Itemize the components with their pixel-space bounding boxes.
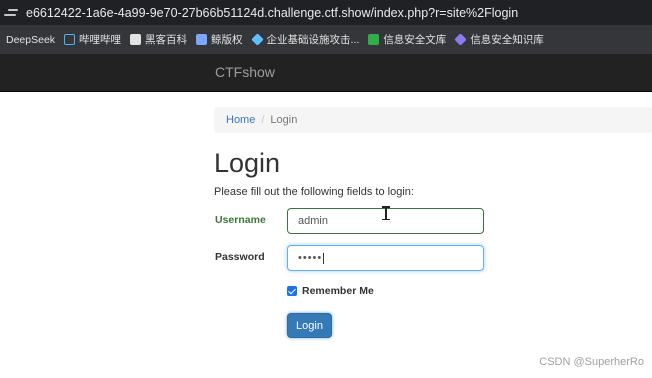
navbar-brand[interactable]: CTFshow bbox=[215, 64, 275, 80]
intro-text: Please fill out the following fields to … bbox=[214, 186, 414, 198]
bookmark-label: 信息安全知识库 bbox=[470, 34, 544, 46]
bookmark-label: 黑客百科 bbox=[145, 34, 188, 46]
cube-icon bbox=[250, 33, 264, 46]
bookmark-deepseek[interactable]: DeepSeek bbox=[6, 34, 55, 46]
address-url[interactable]: e6612422-1a6e-4a99-9e70-27b66b51124d.cha… bbox=[26, 6, 518, 20]
login-button[interactable]: Login bbox=[287, 313, 332, 338]
browser-address-bar[interactable]: e6612422-1a6e-4a99-9e70-27b66b51124d.cha… bbox=[0, 0, 652, 25]
username-label: Username bbox=[215, 214, 266, 226]
remember-me-label[interactable]: Remember Me bbox=[302, 285, 374, 297]
bookmark-label: 信息安全文库 bbox=[383, 34, 447, 46]
watermark: CSDN @SuperherRo bbox=[539, 356, 644, 368]
text-caret bbox=[323, 252, 325, 264]
breadcrumb-current: Login bbox=[270, 114, 298, 126]
bookmark-label: 企业基础设施攻击... bbox=[266, 34, 360, 46]
bookmark-security-kb[interactable]: 信息安全知识库 bbox=[454, 32, 544, 47]
purple-diamond-icon bbox=[454, 33, 468, 46]
green-dot-icon bbox=[368, 34, 380, 45]
bookmark-security-library[interactable]: 信息安全文库 bbox=[368, 32, 446, 47]
bookmark-bilibili[interactable]: 哔哩哔哩 bbox=[64, 32, 121, 47]
bilibili-icon bbox=[64, 34, 76, 45]
password-input[interactable]: ••••• bbox=[287, 245, 484, 271]
bookmark-label: 哔哩哔哩 bbox=[79, 34, 122, 46]
bookmark-hacker-wiki[interactable]: 黑客百科 bbox=[130, 32, 187, 47]
bookmarks-bar: DeepSeek 哔哩哔哩 黑客百科 鲸版权 企业基础设施攻击... 信息安全文… bbox=[0, 25, 652, 54]
remember-me-row[interactable]: Remember Me bbox=[287, 285, 374, 297]
breadcrumb: Home / Login bbox=[214, 107, 652, 133]
breadcrumb-home-link[interactable]: Home bbox=[226, 114, 255, 126]
breadcrumb-separator: / bbox=[261, 114, 265, 126]
bookmark-copyright[interactable]: 鲸版权 bbox=[196, 32, 243, 47]
bookmark-label: DeepSeek bbox=[6, 33, 56, 46]
text-cursor-icon bbox=[382, 206, 390, 220]
password-value: ••••• bbox=[298, 252, 323, 264]
globe-icon bbox=[130, 34, 142, 45]
lock-icon bbox=[196, 34, 208, 45]
site-navbar: CTFshow bbox=[0, 54, 652, 92]
remember-me-checkbox[interactable] bbox=[287, 286, 297, 296]
username-value: admin bbox=[298, 215, 328, 227]
page-title: Login bbox=[214, 148, 281, 178]
bookmark-label: 鲸版权 bbox=[211, 34, 243, 46]
password-label: Password bbox=[215, 251, 265, 263]
bookmark-infra-attack[interactable]: 企业基础设施攻击... bbox=[250, 32, 360, 47]
site-settings-icon[interactable] bbox=[4, 6, 20, 20]
